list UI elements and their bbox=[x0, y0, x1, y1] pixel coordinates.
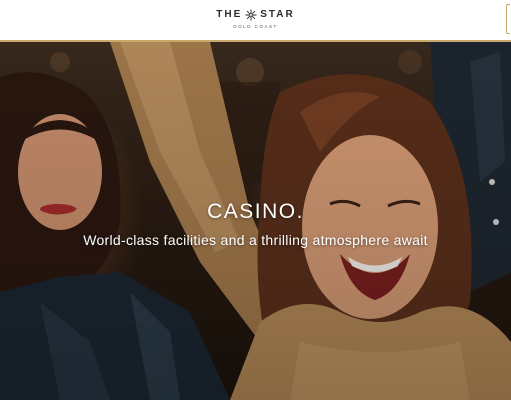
logo-word-star: STAR bbox=[260, 9, 295, 20]
hero-banner: CASINO. World-class facilities and a thr… bbox=[0, 42, 511, 400]
menu-tab-edge[interactable] bbox=[506, 4, 510, 34]
site-header: THE STAR GOLD COAST bbox=[0, 0, 511, 42]
logo-wordmark: THE STAR bbox=[0, 8, 511, 22]
logo-location: GOLD COAST bbox=[233, 24, 278, 29]
star-burst-icon bbox=[245, 9, 257, 21]
hero-subtitle: World-class facilities and a thrilling a… bbox=[83, 232, 428, 248]
hero-title: CASINO. bbox=[207, 200, 304, 223]
logo-word-the: THE bbox=[216, 9, 243, 20]
site-logo[interactable]: THE STAR GOLD COAST bbox=[0, 8, 511, 29]
